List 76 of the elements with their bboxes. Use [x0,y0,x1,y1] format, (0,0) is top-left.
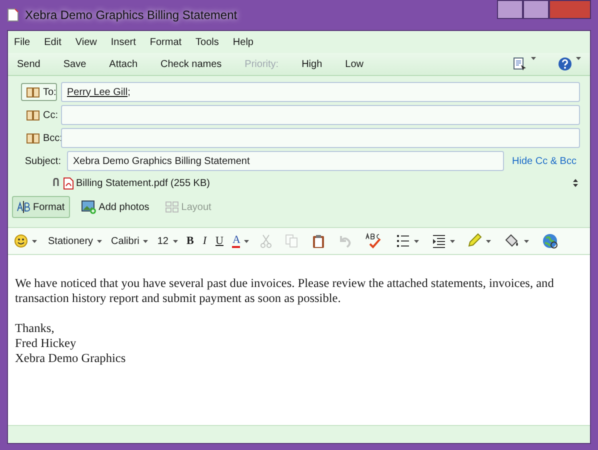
toolbar-button[interactable]: Low [345,58,364,70]
window-title: Xebra Demo Graphics Billing Statement [25,8,238,22]
toolbar-button[interactable]: High [302,58,322,70]
separator-text: ; [128,86,130,98]
page-cursor-icon[interactable] [513,57,536,71]
scissors-icon [260,234,272,248]
caret-icon [486,240,492,242]
caret-icon [414,240,420,242]
toolbar-button[interactable] [430,232,458,250]
toolbar-button[interactable]: Check names [160,58,222,70]
recipient-field[interactable]: Perry Lee Gill; [61,82,580,102]
dropdown-button[interactable]: 12 [157,236,178,246]
view-button[interactable]: Add photos [76,196,154,218]
menu-item[interactable]: View [75,36,97,48]
indent-icon [432,234,446,248]
attachment-item[interactable]: Billing Statement.pdf (255 KB) [76,178,210,188]
globe-icon [542,233,558,249]
toolbar-button[interactable]: Save [63,58,86,70]
caret-icon [97,240,102,242]
layout-icon [165,201,180,213]
caret-icon [172,240,178,242]
help-icon[interactable] [558,57,581,71]
text-style-button[interactable]: I [202,235,207,247]
text-style-button[interactable]: B [186,235,194,247]
caret-icon [143,240,148,242]
address-button[interactable]: To: [21,83,57,101]
recipient-field[interactable] [61,128,580,148]
dropdown-button[interactable]: Calibri [111,236,148,246]
message-paragraph: Thanks, Fred Hickey Xebra Demo Graphics [15,321,127,366]
pdf-file-icon [63,176,74,190]
menu-item[interactable]: Help [232,36,254,48]
copy-icon [285,234,300,248]
scroll-down-icon[interactable] [573,184,578,187]
message-body[interactable] [8,255,590,425]
address-button[interactable]: Cc: [21,106,57,124]
contact-link[interactable]: Perry Lee Gill [67,86,128,98]
undo-arrow-icon [338,234,352,248]
address-book-icon [26,86,40,98]
scroll-up-icon[interactable] [573,179,578,182]
toolbar-button[interactable] [394,232,422,250]
text-style-button[interactable]: U [216,235,224,247]
document-icon [7,8,19,22]
menu-item[interactable]: Edit [44,36,62,48]
hide-cc-bcc-link[interactable]: Hide Cc & Bcc [512,156,576,166]
format-text-icon [17,201,31,213]
caret-icon [524,240,530,242]
subject-label: Subject: [24,156,62,166]
add-photo-icon [80,200,97,214]
address-book-icon [26,132,40,144]
caret-icon [576,57,581,60]
caret-icon [32,240,37,242]
message-paragraph: We have noticed that you have several past due invoices. Please review the attached statements, invoices, and transaction history report and submit payment as soon as possible. [15,276,555,306]
minimize-button[interactable] [497,0,523,19]
clipboard-icon [312,234,326,248]
menu-item[interactable]: Insert [110,36,136,48]
maximize-button[interactable] [523,0,549,19]
recipient-field[interactable] [61,105,580,125]
menu-item[interactable]: Format [150,36,182,48]
caret-icon [244,240,250,242]
toolbar-button[interactable]: Send [17,58,40,70]
spell-check-icon [365,233,384,249]
highlighter-icon [468,233,482,249]
caret-icon [531,57,536,60]
view-button[interactable]: Format [12,196,70,218]
toolbar-button[interactable]: Attach [109,58,138,70]
toolbar-button[interactable] [540,231,560,251]
smiley-icon [14,234,28,248]
paint-bucket-icon [504,234,520,248]
toolbar-button[interactable] [12,232,39,250]
subject-field[interactable]: Xebra Demo Graphics Billing Statement [67,151,504,171]
menu-item[interactable]: Tools [196,36,219,48]
text-style-button[interactable]: A [232,234,250,248]
menu-item[interactable]: File [14,36,30,48]
caret-icon [450,240,456,242]
address-book-icon [26,110,40,120]
dropdown-button[interactable]: Stationery [48,236,102,246]
